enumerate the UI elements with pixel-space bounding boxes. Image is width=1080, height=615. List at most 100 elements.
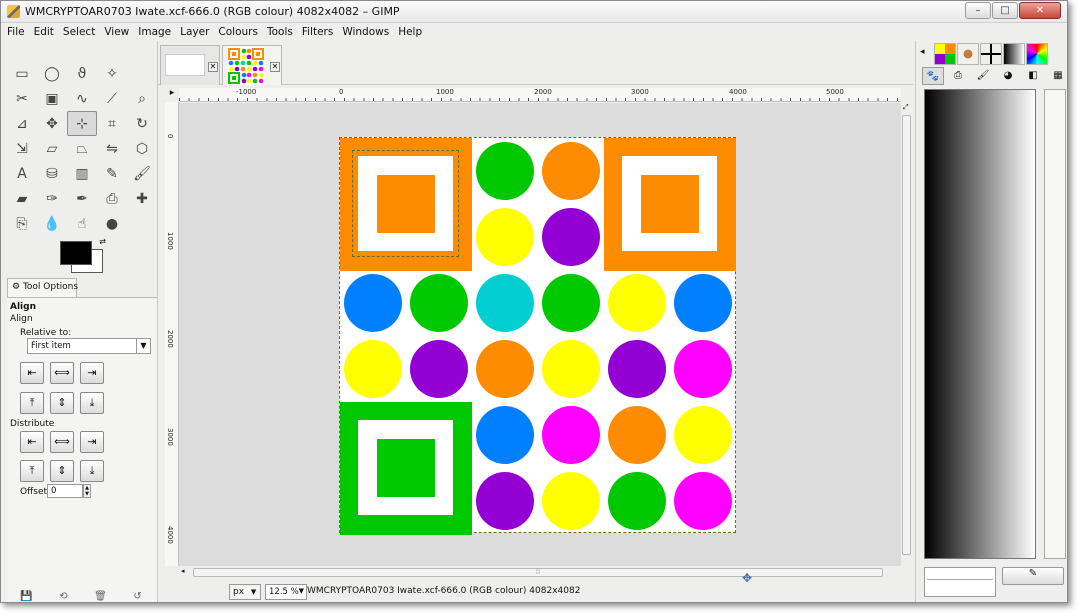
distribute-right-button[interactable]: ⇥ xyxy=(80,431,104,453)
menu-tools[interactable]: Tools xyxy=(267,26,293,38)
perspective-clone-tool-icon[interactable]: ⎘ xyxy=(7,211,37,236)
close-tab-icon[interactable]: ✕ xyxy=(270,62,280,72)
circle-shape[interactable] xyxy=(674,472,732,530)
dock-menu-icon[interactable]: ◂ xyxy=(920,47,925,57)
eraser-tool-icon[interactable]: ▰ xyxy=(7,186,37,211)
tab-tool-options[interactable]: ⚙ Tool Options xyxy=(7,278,78,297)
circle-shape[interactable] xyxy=(608,472,666,530)
crop-tool-icon[interactable]: ⌗ xyxy=(97,111,127,136)
free-select-tool-icon[interactable]: ϑ xyxy=(67,61,97,86)
swatch-icon[interactable]: ◧ xyxy=(1022,67,1044,85)
measure-tool-icon[interactable]: ⊿ xyxy=(7,111,37,136)
bucket-fill-tool-icon[interactable]: ⛁ xyxy=(37,161,67,186)
circle-shape[interactable] xyxy=(344,340,402,398)
palette-icon[interactable]: ◕ xyxy=(997,67,1019,85)
reset-icon[interactable]: ↺ xyxy=(133,591,141,602)
pencil-tool-icon[interactable]: ✎ xyxy=(97,161,127,186)
distribute-center-button[interactable]: ⟺ xyxy=(50,431,74,453)
dodge-burn-tool-icon[interactable]: ● xyxy=(97,211,127,236)
square-green-bottomleft[interactable] xyxy=(340,402,472,535)
paths-tool-icon[interactable]: ∿ xyxy=(67,86,97,111)
airbrush-tool-icon[interactable]: ✑ xyxy=(37,186,67,211)
edit-gradient-button[interactable]: ✎ xyxy=(1002,567,1064,585)
cage-transform-tool-icon[interactable]: ⬡ xyxy=(127,136,157,161)
circle-shape[interactable] xyxy=(674,340,732,398)
zoom-tool-icon[interactable]: ⌕ xyxy=(127,86,157,111)
distribute-bottom-button[interactable]: ⤓ xyxy=(80,460,104,482)
menu-windows[interactable]: Windows xyxy=(342,26,389,38)
unit-dropdown[interactable]: px ▼ xyxy=(229,584,261,600)
foreground-color-swatch[interactable] xyxy=(60,241,92,265)
circle-shape[interactable] xyxy=(476,274,534,332)
ellipse-select-tool-icon[interactable]: ◯ xyxy=(37,61,67,86)
menu-file[interactable]: File xyxy=(7,26,25,38)
circle-shape[interactable] xyxy=(542,406,600,464)
minimize-button[interactable]: – xyxy=(965,2,991,19)
image-canvas[interactable] xyxy=(339,137,736,535)
heal-tool-icon[interactable]: ✚ xyxy=(127,186,157,211)
blend-tool-icon[interactable]: ▥ xyxy=(67,161,97,186)
swap-colors-icon[interactable]: ⇄ xyxy=(99,237,106,246)
foreground-select-tool-icon[interactable]: ▣ xyxy=(37,86,67,111)
paintbrush-tool-icon[interactable]: 🖌 xyxy=(127,161,157,186)
printer-icon[interactable]: ⎙ xyxy=(947,67,969,85)
circle-shape[interactable] xyxy=(410,274,468,332)
vertical-ruler[interactable]: 0 1000 2000 3000 4000 xyxy=(165,102,179,566)
image-tab-1[interactable]: ✕ xyxy=(160,45,220,85)
align-left-edge-button[interactable]: ⇤ xyxy=(20,362,44,384)
image-tab-2[interactable]: ✕ xyxy=(222,45,282,85)
circle-shape[interactable] xyxy=(674,406,732,464)
menu-colours[interactable]: Colours xyxy=(218,26,258,38)
circle-shape[interactable] xyxy=(542,340,600,398)
menu-image[interactable]: Image xyxy=(138,26,171,38)
zoom-dropdown[interactable]: 12.5 % ▼ xyxy=(265,584,307,600)
align-middle-button[interactable]: ⇕ xyxy=(50,392,74,414)
relative-to-dropdown[interactable]: First item ▼ xyxy=(27,338,151,354)
vertical-scrollbar[interactable]: ⤢ xyxy=(901,103,912,566)
offset-input[interactable]: 0 xyxy=(47,484,83,498)
ink-tool-icon[interactable]: ✒ xyxy=(67,186,97,211)
align-top-edge-button[interactable]: ⤒ xyxy=(20,392,44,414)
gradient-preview[interactable] xyxy=(924,89,1036,559)
rect-select-tool-icon[interactable]: ▭ xyxy=(7,61,37,86)
color-picker-tool-icon[interactable]: ⟋ xyxy=(97,86,127,111)
align-right-edge-button[interactable]: ⇥ xyxy=(80,362,104,384)
circle-shape[interactable] xyxy=(476,472,534,530)
circle-shape[interactable] xyxy=(608,274,666,332)
quick-mask-corner-icon[interactable]: ▸ xyxy=(165,88,179,102)
clone-tool-icon[interactable]: ⎙ xyxy=(97,186,127,211)
circle-shape[interactable] xyxy=(608,406,666,464)
align-center-button[interactable]: ⟺ xyxy=(50,362,74,384)
close-tab-icon[interactable]: ✕ xyxy=(208,62,218,72)
horizontal-scrollbar[interactable]: ◂ ⦙⦙⦙ xyxy=(179,567,901,578)
tab-brushes[interactable] xyxy=(957,43,979,65)
rotate-tool-icon[interactable]: ↻ xyxy=(127,111,157,136)
horizontal-ruler[interactable]: -1000 0 1000 2000 3000 4000 5000 xyxy=(179,88,901,102)
tab-palettes[interactable] xyxy=(1026,43,1048,65)
menu-help[interactable]: Help xyxy=(398,26,422,38)
circle-shape[interactable] xyxy=(542,472,600,530)
square-orange-topleft[interactable] xyxy=(340,138,472,271)
fg-bg-color-widget[interactable]: ⇄ xyxy=(58,237,106,275)
gradient-list-scroll[interactable] xyxy=(1044,89,1066,559)
menu-filters[interactable]: Filters xyxy=(302,26,333,38)
circle-shape[interactable] xyxy=(608,340,666,398)
distribute-middle-button[interactable]: ⇕ xyxy=(50,460,74,482)
circle-shape[interactable] xyxy=(542,142,600,200)
circle-shape[interactable] xyxy=(674,274,732,332)
delete-icon[interactable]: 🗑 xyxy=(94,591,107,602)
square-orange-topright[interactable] xyxy=(604,138,736,271)
circle-shape[interactable] xyxy=(410,340,468,398)
circle-shape[interactable] xyxy=(476,340,534,398)
gradient-selector[interactable] xyxy=(924,567,996,597)
circle-shape[interactable] xyxy=(476,406,534,464)
menu-edit[interactable]: Edit xyxy=(34,26,54,38)
distribute-left-button[interactable]: ⇤ xyxy=(20,431,44,453)
vertical-scroll-thumb[interactable] xyxy=(902,115,911,555)
scale-tool-icon[interactable]: ⇲ xyxy=(7,136,37,161)
menu-layer[interactable]: Layer xyxy=(180,26,209,38)
scissors-select-tool-icon[interactable]: ✂ xyxy=(7,86,37,111)
circle-shape[interactable] xyxy=(476,142,534,200)
fuzzy-select-tool-icon[interactable]: ✧ xyxy=(97,61,127,86)
text-tool-icon[interactable]: A xyxy=(7,161,37,186)
